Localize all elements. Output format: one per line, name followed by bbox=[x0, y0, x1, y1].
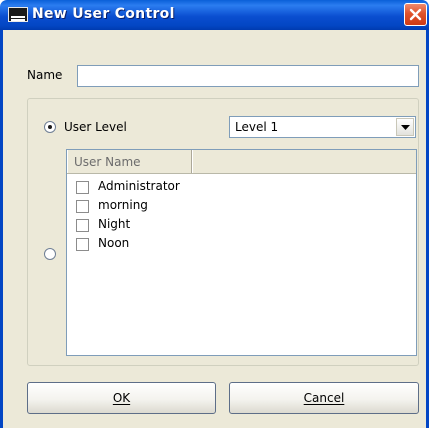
level-select[interactable]: Level 1 bbox=[229, 116, 416, 138]
cancel-button-label: Cancel bbox=[303, 391, 345, 405]
chevron-down-icon bbox=[401, 125, 410, 130]
list-item[interactable]: morning bbox=[67, 197, 416, 216]
level-select-value: Level 1 bbox=[235, 120, 279, 134]
list-rows: Administrator morning Night Noon bbox=[67, 178, 416, 254]
list-item-label: morning bbox=[98, 198, 148, 212]
list-item[interactable]: Night bbox=[67, 216, 416, 235]
user-name-list[interactable]: User Name Administrator morning Night No… bbox=[66, 149, 417, 356]
name-label: Name bbox=[27, 68, 63, 82]
window-title: New User Control bbox=[32, 6, 175, 22]
app-icon bbox=[8, 7, 28, 22]
list-item-label: Administrator bbox=[98, 179, 180, 193]
list-item-checkbox[interactable] bbox=[76, 219, 89, 232]
column-header-user-name[interactable]: User Name bbox=[67, 150, 192, 173]
column-header-blank[interactable] bbox=[192, 150, 416, 173]
title-bar[interactable]: New User Control bbox=[0, 0, 429, 30]
ok-button-label: OK bbox=[112, 391, 131, 405]
list-item[interactable]: Administrator bbox=[67, 178, 416, 197]
user-level-radio[interactable] bbox=[44, 121, 56, 133]
list-item[interactable]: Noon bbox=[67, 235, 416, 254]
close-icon bbox=[409, 8, 422, 21]
list-header: User Name bbox=[67, 150, 416, 174]
list-item-label: Night bbox=[98, 217, 131, 231]
name-input[interactable] bbox=[77, 65, 419, 87]
list-item-checkbox[interactable] bbox=[76, 181, 89, 194]
user-level-label[interactable]: User Level bbox=[64, 120, 127, 134]
list-item-checkbox[interactable] bbox=[76, 238, 89, 251]
close-button[interactable] bbox=[404, 3, 427, 26]
list-item-label: Noon bbox=[98, 236, 130, 250]
user-name-radio[interactable] bbox=[44, 248, 56, 260]
ok-button[interactable]: OK bbox=[27, 382, 216, 414]
list-item-checkbox[interactable] bbox=[76, 200, 89, 213]
cancel-button[interactable]: Cancel bbox=[229, 382, 419, 414]
level-select-dropdown-button[interactable] bbox=[396, 118, 414, 136]
